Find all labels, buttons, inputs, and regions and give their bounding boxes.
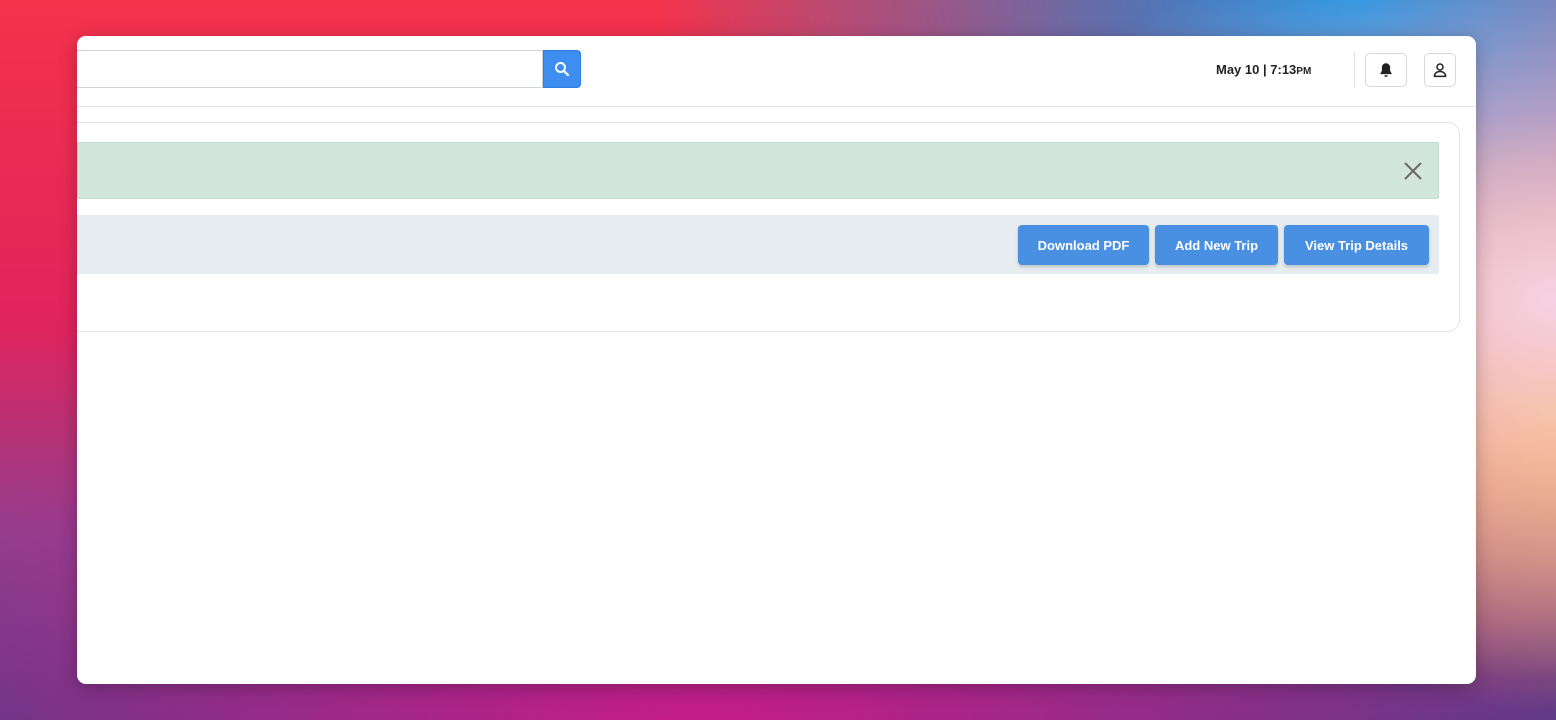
view-trip-details-button[interactable]: View Trip Details — [1284, 225, 1429, 265]
search-input[interactable] — [77, 50, 543, 88]
success-alert — [77, 142, 1439, 199]
top-header: May 10 | 7:13PM — [77, 36, 1476, 107]
close-icon — [1404, 162, 1422, 180]
action-toolbar: Download PDF Add New Trip View Trip Deta… — [77, 215, 1439, 274]
meridiem-text: PM — [1296, 66, 1312, 77]
desktop-wallpaper: May 10 | 7:13PM — [0, 0, 1556, 720]
alert-close-button[interactable] — [1402, 160, 1424, 182]
date-text: May 10 — [1216, 62, 1260, 77]
add-new-trip-button[interactable]: Add New Trip — [1155, 225, 1278, 265]
user-icon — [1433, 63, 1447, 78]
notifications-button[interactable] — [1365, 53, 1407, 87]
search-icon — [555, 62, 570, 77]
profile-button[interactable] — [1424, 53, 1456, 87]
date-time-display: May 10 | 7:13PM — [1216, 62, 1311, 77]
search-button[interactable] — [543, 50, 581, 88]
app-window: May 10 | 7:13PM — [77, 36, 1476, 684]
download-pdf-button[interactable]: Download PDF — [1018, 225, 1149, 265]
time-text: 7:13 — [1270, 62, 1297, 77]
bell-icon — [1380, 63, 1392, 77]
header-divider — [1354, 52, 1355, 88]
date-separator: | — [1263, 62, 1267, 77]
